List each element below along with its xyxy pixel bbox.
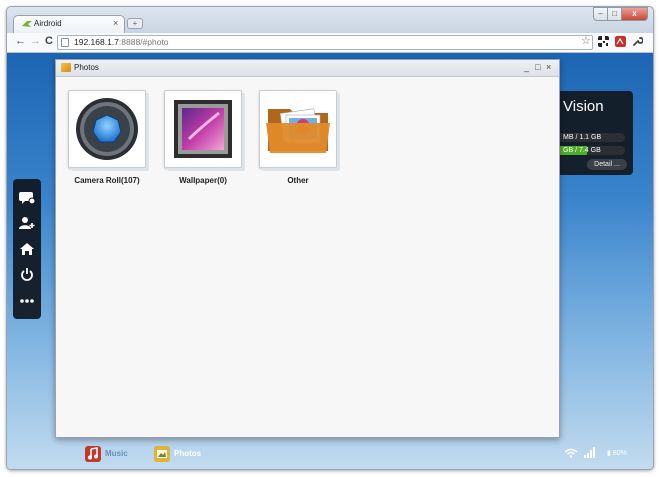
address-bar[interactable]: 192.168.1.7:8888/#photo <box>57 35 593 50</box>
window-maximize-button[interactable]: □ <box>535 62 540 72</box>
signal-strength-icon <box>584 447 595 458</box>
reload-icon[interactable]: C <box>45 35 53 47</box>
forward-icon[interactable]: → <box>30 35 41 47</box>
album-label[interactable]: Wallpaper(0) <box>164 176 242 185</box>
camera-lens-icon <box>76 98 138 160</box>
tab-title: Airdroid <box>34 19 62 28</box>
address-url[interactable]: 192.168.1.7:8888/#photo <box>74 37 169 47</box>
photos-window-header[interactable]: Photos _ □ × <box>56 60 559 77</box>
taskbar-music-label[interactable]: Music <box>105 449 128 458</box>
messages-icon[interactable] <box>18 191 36 207</box>
airdroid-tab-icon <box>22 21 32 27</box>
wifi-icon <box>564 448 578 458</box>
taskbar-music[interactable]: Music <box>85 446 145 462</box>
music-note-icon <box>85 446 101 462</box>
tab-close-icon[interactable]: × <box>113 18 118 28</box>
storage-bar-internal: MB / 1.1 GB <box>555 133 625 142</box>
browser-window: Airdroid × + – □ x ← → C 192.168.1.7:888… <box>6 6 654 470</box>
browser-tab[interactable]: Airdroid × <box>13 15 125 33</box>
maximize-window-button[interactable]: □ <box>607 7 622 21</box>
picture-frame-icon <box>174 100 232 158</box>
album-wallpaper[interactable]: Wallpaper(0) <box>164 90 242 185</box>
browser-toolbar: ← → C 192.168.1.7:8888/#photo ☆ <box>7 33 653 53</box>
home-icon[interactable] <box>18 242 36 258</box>
page-icon <box>61 38 69 47</box>
more-icon[interactable] <box>18 294 36 310</box>
qr-code-extension-icon[interactable] <box>598 36 609 47</box>
new-tab-button[interactable]: + <box>127 18 143 29</box>
bookmark-star-icon[interactable]: ☆ <box>581 34 591 47</box>
battery-level: 80% <box>612 450 627 457</box>
device-name: Vision <box>563 98 604 115</box>
album-thumbnail[interactable] <box>259 90 337 168</box>
window-close-button[interactable]: × <box>546 62 551 72</box>
taskbar: Music Photos ▮ 80% <box>7 439 653 469</box>
storage-sd-label: GB / 7.4 GB <box>563 147 601 154</box>
album-label[interactable]: Camera Roll(107) <box>68 176 146 185</box>
storage-internal-label: MB / 1.1 GB <box>563 134 602 141</box>
album-thumbnail[interactable] <box>68 90 146 168</box>
battery-icon: ▮ <box>607 450 611 457</box>
window-minimize-button[interactable]: _ <box>524 62 529 72</box>
detail-button[interactable]: Detail ... <box>587 159 627 170</box>
album-other[interactable]: Other <box>259 90 337 185</box>
left-sidebar <box>13 179 41 319</box>
back-icon[interactable]: ← <box>15 35 26 47</box>
pdf-extension-icon[interactable] <box>615 36 626 47</box>
battery-status: ▮ 80% <box>607 449 627 457</box>
close-window-button[interactable]: x <box>621 7 648 21</box>
album-thumbnail[interactable] <box>164 90 242 168</box>
folder-photos-icon <box>266 108 330 153</box>
album-camera-roll[interactable]: Camera Roll(107) <box>68 90 146 185</box>
minimize-window-button[interactable]: – <box>593 7 608 21</box>
airdroid-desktop: Vision MB / 1.1 GB GB / 7.4 GB Detail ..… <box>7 53 653 469</box>
taskbar-photos[interactable]: Photos <box>154 446 214 462</box>
photos-window: Photos _ □ × Camera Roll(107) Wallpaper(… <box>55 59 560 438</box>
wrench-menu-icon[interactable] <box>632 36 643 47</box>
storage-bar-sd: GB / 7.4 GB <box>555 146 625 155</box>
add-contact-icon[interactable] <box>18 216 36 232</box>
browser-titlebar: Airdroid × + – □ x <box>7 7 653 33</box>
power-icon[interactable] <box>18 268 36 284</box>
photos-window-title: Photos <box>74 63 99 72</box>
album-label[interactable]: Other <box>259 176 337 185</box>
photos-icon <box>154 446 170 462</box>
photos-app-icon <box>61 63 71 72</box>
taskbar-photos-label[interactable]: Photos <box>174 449 201 458</box>
